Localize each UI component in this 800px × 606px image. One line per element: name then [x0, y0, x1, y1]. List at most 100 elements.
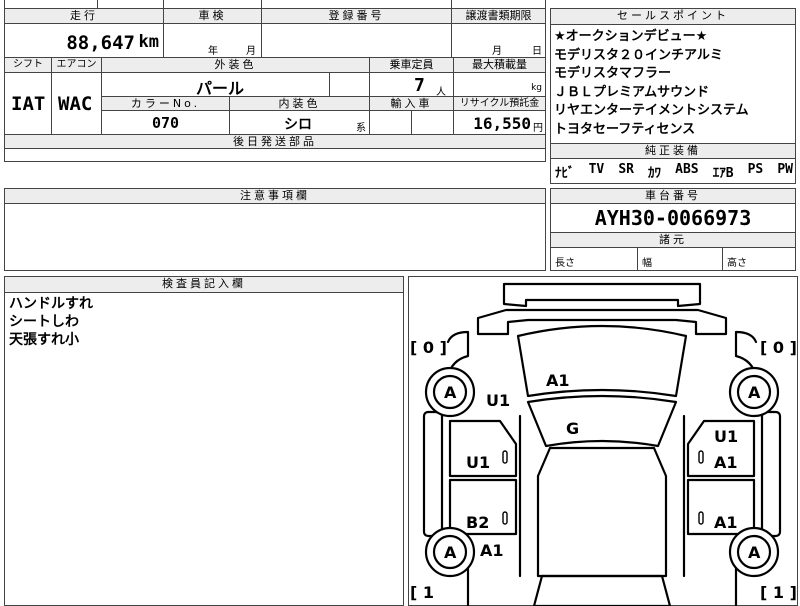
shift-header: シフト	[4, 58, 52, 73]
mark-left-rear-door: B2	[466, 513, 489, 532]
left-skirt	[422, 410, 444, 538]
inspection-month-label: 月	[246, 46, 256, 57]
mark-windshield: G	[566, 419, 579, 438]
registration-header: 登録番号	[262, 9, 452, 24]
tire-left-front-label: [ 0 ]	[410, 338, 447, 357]
capacity-value: 7	[414, 75, 425, 96]
mark-right-front-door: A1	[714, 453, 738, 472]
transfer-month-label: 月	[492, 46, 502, 57]
equipment-item: PW	[777, 162, 793, 177]
chassis-header: 車台番号	[551, 189, 795, 204]
chassis-panel: 車台番号 AYH30-0066973 諸元 長さ 幅 高さ	[550, 188, 796, 271]
max-load-header: 最大積載量	[454, 58, 546, 73]
top-stub-2	[98, 0, 164, 9]
shift-cell: IAT	[4, 73, 52, 135]
equipment-item: ﾅﾋﾞ	[555, 166, 575, 181]
front-grille-outline	[476, 308, 728, 336]
shift-value: IAT	[11, 93, 46, 115]
mark-right-fender: U1	[714, 427, 738, 446]
width-cell: 幅	[638, 248, 723, 270]
transfer-deadline-header: 譲渡書類期限	[452, 9, 546, 24]
roof-outline	[536, 446, 668, 578]
tire-left-rear-label: [ 1	[410, 583, 434, 602]
inspector-header: 検査員記入欄	[5, 277, 403, 293]
wheel-fl-grade: A	[444, 383, 457, 402]
wheel-rr-grade: A	[748, 543, 761, 562]
exterior-color-extra	[330, 73, 370, 97]
top-stub-1	[4, 0, 98, 9]
left-rear-handle-icon	[502, 511, 508, 525]
left-front-handle-icon	[502, 450, 508, 464]
notes-header: 注意事項欄	[5, 189, 545, 204]
max-load-unit: kg	[531, 83, 542, 93]
interior-color-header: 内装色	[230, 97, 370, 111]
inspector-line-3: 天張すれ小	[9, 332, 79, 348]
exterior-color-cell: パール	[102, 73, 330, 97]
wheel-rl-grade: A	[444, 543, 457, 562]
equipment-item: ｶﾜ	[648, 166, 662, 181]
top-stub-4	[262, 0, 452, 9]
exterior-color-value: パール	[196, 79, 245, 97]
capacity-cell: 7 人	[370, 73, 454, 97]
sales-points-panel: セールスポイント ★オークションデビュー★ モデリスタ２０インチアルミ モデリスタマ…	[550, 8, 796, 184]
ac-cell: WAC	[52, 73, 102, 135]
top-stub-5	[452, 0, 546, 9]
car-diagram: [ 0 ] [ 0 ] [ 1 [ 1 ] A A A A A1 G U1 U1…	[410, 282, 797, 606]
equipment-item: PS	[747, 162, 764, 177]
tire-right-rear-label: [ 1 ]	[760, 583, 797, 602]
sales-point-item: ＪＢＬプレミアムサウンド	[554, 84, 710, 100]
length-label: 長さ	[555, 258, 575, 269]
dims-header: 諸元	[551, 233, 795, 248]
recycle-unit: 円	[533, 123, 543, 134]
exterior-color-header: 外装色	[102, 58, 370, 73]
ac-value: WAC	[58, 93, 93, 115]
transfer-day-label: 日	[532, 46, 542, 57]
inspector-panel: 検査員記入欄 ハンドルすれ シートしわ 天張すれ小	[4, 276, 404, 606]
equipment-header: 純正装備	[551, 143, 795, 159]
equipment-list: ﾅﾋﾞ TV SR ｶﾜ ABS ｴｱB PS PW	[555, 162, 793, 181]
length-cell: 長さ	[551, 248, 638, 270]
import-header: 輸入車	[370, 97, 454, 111]
inspection-year-label: 年	[208, 46, 218, 57]
mileage-value: 88,647	[66, 32, 135, 54]
right-rear-handle-icon	[698, 511, 704, 525]
mileage-unit: km	[138, 32, 159, 52]
inspector-lines: ハンドルすれ シートしわ 天張すれ小	[9, 295, 93, 349]
mileage-header: 走行	[4, 9, 164, 24]
equipment-item: ABS	[675, 162, 699, 177]
capacity-header: 乗車定員	[370, 58, 454, 73]
mileage-cell: 88,647 km	[4, 24, 164, 58]
sales-point-item: モデリスタ２０インチアルミ	[554, 47, 723, 63]
right-skirt	[760, 410, 782, 538]
tire-right-front-label: [ 0 ]	[760, 338, 797, 357]
mark-hood: A1	[546, 371, 570, 390]
height-cell: 高さ	[723, 248, 795, 270]
sales-points-header: セールスポイント	[551, 9, 795, 25]
ac-header: エアコン	[52, 58, 102, 73]
equipment-item: TV	[588, 162, 605, 177]
mark-left-quarter: A1	[480, 541, 504, 560]
mark-left-fender: U1	[486, 391, 510, 410]
sales-point-item: モデリスタマフラー	[554, 66, 672, 81]
inspection-header: 車検	[164, 9, 262, 24]
interior-color-value: シロ	[284, 117, 312, 133]
capacity-unit: 人	[436, 87, 446, 97]
vehicle-info-table: 走行 車検 登録番号 譲渡書類期限 88,647 km 年 月 月 日 シフト …	[4, 0, 546, 162]
mark-left-front-door: U1	[466, 453, 490, 472]
recycle-cell: 16,550 円	[454, 111, 546, 135]
equipment-item: ｴｱB	[712, 166, 734, 181]
top-stub-3	[164, 0, 262, 9]
recycle-header: リサイクル預託金	[454, 97, 546, 111]
max-load-cell: kg	[454, 73, 546, 97]
damage-diagram-panel: [ 0 ] [ 0 ] [ 1 [ 1 ] A A A A A1 G U1 U1…	[408, 276, 798, 606]
width-label: 幅	[642, 258, 652, 269]
interior-suffix: 系	[356, 123, 366, 134]
chassis-number: AYH30-0066973	[551, 204, 795, 233]
recycle-value: 16,550	[473, 114, 531, 133]
color-no-value: 070	[152, 114, 180, 132]
sales-point-item: トヨタセーフティセンス	[554, 121, 696, 137]
later-parts-cell	[4, 149, 546, 162]
later-parts-header: 後日発送部品	[4, 135, 546, 149]
inspection-cell: 年 月	[164, 24, 262, 58]
height-label: 高さ	[727, 258, 747, 269]
